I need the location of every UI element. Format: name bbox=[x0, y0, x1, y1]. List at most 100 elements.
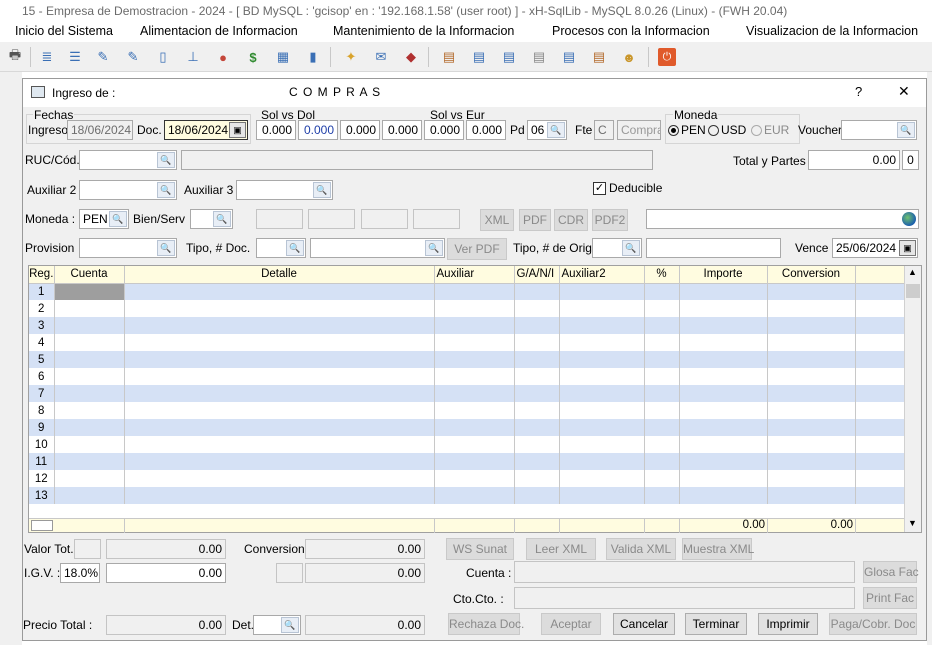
muestra-xml-button[interactable]: Muestra XML bbox=[682, 538, 754, 560]
grid-cell[interactable] bbox=[679, 453, 768, 470]
grid-cell[interactable] bbox=[679, 368, 768, 385]
grid-cell[interactable] bbox=[644, 436, 680, 453]
edit-document-icon[interactable]: ✎ bbox=[94, 48, 112, 66]
grid-cell[interactable] bbox=[434, 470, 515, 487]
grid-cell[interactable] bbox=[514, 487, 560, 504]
grid-cell[interactable] bbox=[54, 283, 125, 300]
valor-tot-field[interactable]: 0.00 bbox=[106, 539, 226, 559]
grid-cell[interactable] bbox=[514, 334, 560, 351]
grid-cell[interactable] bbox=[124, 487, 435, 504]
search-icon[interactable]: 🔍 bbox=[213, 211, 231, 227]
table-row[interactable]: 10 bbox=[29, 436, 905, 453]
grid-cell[interactable] bbox=[559, 368, 645, 385]
grid-cell[interactable] bbox=[767, 351, 856, 368]
grid-cell[interactable] bbox=[559, 300, 645, 317]
doc-date-field[interactable]: 18/06/2024 ▣ bbox=[164, 120, 248, 140]
table-row[interactable]: 2 bbox=[29, 300, 905, 317]
edit-form-icon[interactable]: ✎ bbox=[124, 48, 142, 66]
menu-alimentacion[interactable]: Alimentacion de Informacion bbox=[140, 24, 298, 38]
page-icon[interactable]: ▤ bbox=[470, 48, 488, 66]
grid-cell[interactable] bbox=[644, 334, 680, 351]
aceptar-button[interactable]: Aceptar bbox=[541, 613, 601, 635]
col-reg[interactable]: Reg. bbox=[29, 266, 55, 284]
hierarchy-icon[interactable]: ⊥ bbox=[184, 48, 202, 66]
users-icon[interactable]: ● bbox=[214, 48, 232, 66]
deducible-checkbox[interactable]: ✓ Deducible bbox=[593, 181, 662, 196]
page-icon[interactable]: ▤ bbox=[500, 48, 518, 66]
grid-cell[interactable] bbox=[855, 300, 905, 317]
col-cuenta[interactable]: Cuenta bbox=[54, 266, 125, 284]
grid-cell[interactable] bbox=[644, 368, 680, 385]
grid-cell[interactable] bbox=[559, 470, 645, 487]
rechaza-doc-button[interactable]: Rechaza Doc. bbox=[448, 613, 524, 635]
col-auxiliar[interactable]: Auxiliar bbox=[434, 266, 515, 284]
col-ganI[interactable]: G/A/N/I bbox=[514, 266, 560, 284]
grid-cell[interactable] bbox=[124, 334, 435, 351]
grid-cell[interactable] bbox=[434, 368, 515, 385]
calculator-icon[interactable]: ▦ bbox=[274, 48, 292, 66]
grid-cell[interactable] bbox=[124, 402, 435, 419]
radio-usd[interactable]: USD bbox=[708, 123, 746, 137]
grid-cell[interactable] bbox=[679, 317, 768, 334]
grid-cell[interactable] bbox=[124, 283, 435, 300]
table-row[interactable]: 6 bbox=[29, 368, 905, 385]
grid-cell[interactable] bbox=[434, 487, 515, 504]
grid-cell[interactable] bbox=[679, 487, 768, 504]
users-icon[interactable]: ☻ bbox=[620, 48, 638, 66]
det-value-field[interactable]: 0.00 bbox=[305, 615, 425, 635]
xml-button[interactable]: XML bbox=[480, 209, 514, 231]
igv-conversion-field[interactable]: 0.00 bbox=[305, 563, 425, 583]
grid-cell[interactable] bbox=[855, 419, 905, 436]
grid-cell[interactable] bbox=[514, 351, 560, 368]
search-icon[interactable]: 🔍 bbox=[313, 182, 331, 198]
terminar-button[interactable]: Terminar bbox=[685, 613, 747, 635]
search-icon[interactable]: 🔍 bbox=[157, 182, 175, 198]
vence-date-field[interactable]: 25/06/2024 ▣ bbox=[832, 238, 918, 258]
grid-cell[interactable] bbox=[679, 402, 768, 419]
grid-cell[interactable] bbox=[679, 334, 768, 351]
power-icon[interactable]: ⏻ bbox=[658, 48, 676, 66]
search-icon[interactable]: 🔍 bbox=[157, 152, 175, 168]
money-icon[interactable]: $ bbox=[244, 48, 262, 66]
ledger-icon[interactable]: ▤ bbox=[440, 48, 458, 66]
parts-field[interactable]: 0 bbox=[902, 150, 919, 170]
grid-cell[interactable] bbox=[767, 487, 856, 504]
cancelar-button[interactable]: Cancelar bbox=[613, 613, 675, 635]
scroll-up-icon[interactable]: ▲ bbox=[908, 267, 917, 277]
grid-cell[interactable] bbox=[767, 317, 856, 334]
grid-cell[interactable] bbox=[767, 453, 856, 470]
grid-cell[interactable] bbox=[434, 436, 515, 453]
igv-pct-field[interactable]: 18.0% bbox=[60, 563, 100, 583]
close-icon[interactable]: ✕ bbox=[898, 83, 910, 100]
grid-cell[interactable] bbox=[124, 453, 435, 470]
bien-serv-field[interactable]: 🔍 bbox=[190, 209, 233, 229]
grid-cell[interactable] bbox=[559, 419, 645, 436]
col-auxiliar2[interactable]: Auxiliar2 bbox=[559, 266, 645, 284]
grid-cell[interactable] bbox=[514, 419, 560, 436]
grid-cell[interactable] bbox=[855, 470, 905, 487]
grid-cell[interactable] bbox=[767, 283, 856, 300]
wizard-icon[interactable]: ✦ bbox=[342, 48, 360, 66]
grid-cell[interactable] bbox=[679, 300, 768, 317]
grid-cell[interactable] bbox=[855, 487, 905, 504]
grid-cell[interactable] bbox=[54, 300, 125, 317]
grid-cell[interactable] bbox=[54, 317, 125, 334]
pdf2-button[interactable]: PDF2 bbox=[592, 209, 628, 231]
grid-cell[interactable] bbox=[644, 351, 680, 368]
grid-cell[interactable] bbox=[54, 453, 125, 470]
scroll-down-icon[interactable]: ▼ bbox=[908, 518, 917, 528]
menu-procesos[interactable]: Procesos con la Informacion bbox=[552, 24, 710, 38]
report-icon[interactable]: ✉ bbox=[372, 48, 390, 66]
page-icon[interactable]: ▤ bbox=[560, 48, 578, 66]
grid-cell[interactable] bbox=[855, 453, 905, 470]
search-icon[interactable]: 🔍 bbox=[157, 240, 175, 256]
provision-field[interactable]: 🔍 bbox=[79, 238, 177, 258]
entries-grid[interactable]: Reg. Cuenta Detalle Auxiliar G/A/N/I Aux… bbox=[28, 265, 922, 533]
grid-cell[interactable] bbox=[559, 487, 645, 504]
grid-cell[interactable] bbox=[54, 385, 125, 402]
grid-cell[interactable] bbox=[644, 317, 680, 334]
grid-cell[interactable] bbox=[514, 317, 560, 334]
voucher-field[interactable]: 🔍 bbox=[841, 120, 917, 140]
numero-doc-field[interactable]: 🔍 bbox=[310, 238, 445, 258]
cto-cto-field[interactable] bbox=[514, 587, 855, 609]
